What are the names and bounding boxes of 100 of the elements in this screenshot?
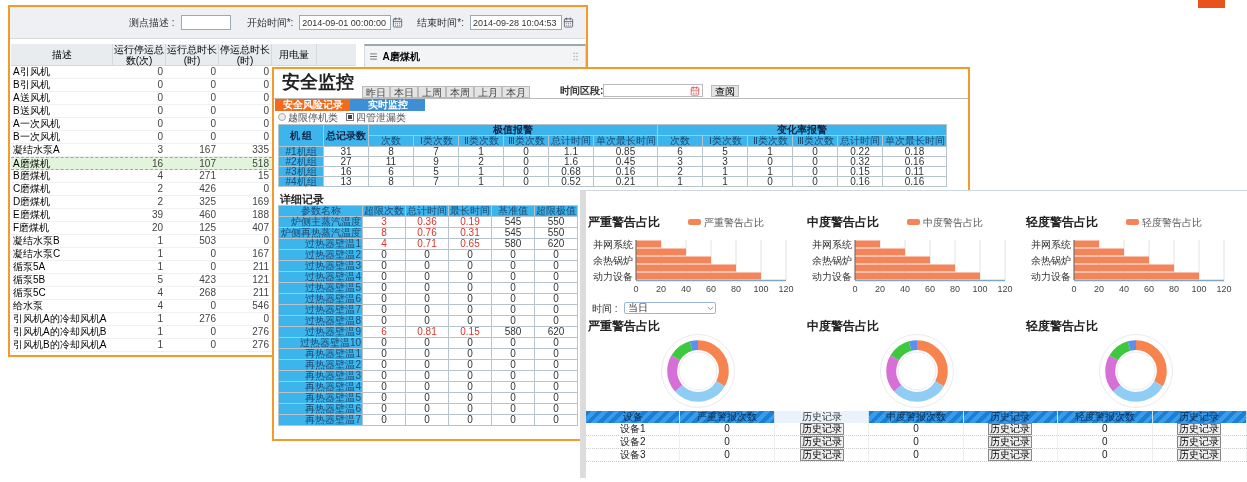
menu-icon[interactable] — [369, 51, 379, 61]
period-button[interactable]: 上月 — [474, 86, 502, 98]
period-button[interactable]: 上周 — [418, 86, 446, 98]
table-cell-text: 0 — [262, 118, 270, 130]
column-header: 历史记录 — [774, 411, 870, 423]
history-button[interactable]: 历史记录 — [988, 436, 1033, 448]
table-row[interactable]: 循泵5A 1 0 211 — [11, 261, 272, 274]
history-button[interactable]: 历史记录 — [799, 436, 844, 448]
table-cell: 0 — [492, 305, 535, 316]
chart-title: 中度警告占比 — [807, 214, 879, 231]
table-row[interactable]: B磨煤机 4 271 15 — [11, 170, 272, 183]
table-cell-text: 0 — [209, 248, 217, 260]
grip-icon[interactable] — [570, 50, 581, 62]
table-row[interactable]: D磨煤机 2 325 169 — [11, 196, 272, 209]
field-label: 开始时间*: — [246, 16, 294, 30]
table-cell: 0 — [492, 404, 535, 415]
table-cell-text: 2 — [156, 196, 164, 208]
calendar-icon[interactable] — [690, 85, 701, 96]
radio-icon[interactable] — [346, 113, 354, 121]
time-select[interactable]: 当日 — [623, 302, 716, 314]
period-button[interactable]: 本周 — [446, 86, 474, 98]
history-button[interactable]: 历史记录 — [1177, 436, 1222, 448]
row-header: 过热器壁温2 — [279, 250, 363, 261]
table-row[interactable]: 引风机B的冷却风机A 1 0 276 — [11, 339, 272, 352]
table-row[interactable]: B送风机 0 0 0 — [11, 105, 272, 118]
table-cell-text: 271 — [198, 170, 217, 182]
history-button[interactable]: 历史记录 — [799, 423, 844, 435]
tick-label: 20 — [1094, 284, 1104, 294]
column-header: 用电量 — [272, 44, 317, 66]
table-row[interactable]: 循泵5C 4 268 211 — [11, 287, 272, 300]
table-row[interactable]: C磨煤机 2 426 0 — [11, 183, 272, 196]
history-button[interactable]: 历史记录 — [1177, 423, 1222, 435]
section-title: 详细记录 — [280, 193, 324, 205]
query-button[interactable]: 查阅 — [711, 85, 740, 97]
table-cell: 0 — [492, 382, 535, 393]
history-button[interactable]: 历史记录 — [988, 423, 1033, 435]
history-button[interactable]: 历史记录 — [799, 449, 844, 461]
table-cell-text: B引风机 — [12, 79, 51, 91]
table-row[interactable]: 给水泵 4 0 546 — [11, 300, 272, 313]
tick-label: 80 — [731, 284, 741, 294]
table-row[interactable]: A磨煤机 16 107 518 — [11, 157, 272, 170]
table-cell-text: 0 — [156, 118, 164, 130]
table-row[interactable]: 凝结水泵C 1 0 167 — [11, 248, 272, 261]
table-cell: 0 — [492, 316, 535, 327]
table-cell: 0 — [535, 250, 578, 261]
table-cell: 0 — [535, 360, 578, 371]
radio-icon[interactable] — [278, 113, 286, 121]
table-cell: 0 — [535, 393, 578, 404]
column-header: 严重警报次数 — [680, 411, 775, 423]
table-cell: 13 — [324, 177, 369, 187]
chart-title: 轻度警告占比 — [1026, 214, 1098, 231]
table-cell: 0 — [406, 305, 449, 316]
table-cell: 0.81 — [406, 327, 449, 338]
row-header: 过热器壁温4 — [279, 272, 363, 283]
axis-label: 动力设备 — [593, 270, 633, 282]
table-cell: 0 — [363, 349, 406, 360]
table-row[interactable]: 凝结水泵B 1 503 0 — [11, 235, 272, 248]
table-row[interactable]: 引风机A的冷却风机B 1 0 276 — [11, 326, 272, 339]
date-field[interactable]: 2014-09-01 00:00:00 — [299, 15, 392, 30]
table-row[interactable]: 循泵5B 5 423 121 — [11, 274, 272, 287]
column-header: 中度警报次数 — [869, 411, 964, 423]
period-button[interactable]: 本月 — [502, 86, 530, 98]
table-cell: 0 — [535, 404, 578, 415]
table-cell-text: 0 — [156, 92, 164, 104]
date-range-field[interactable] — [603, 84, 704, 97]
calendar-icon[interactable] — [563, 17, 574, 28]
table-cell: 0 — [406, 250, 449, 261]
table-cell-text: 循泵5B — [12, 274, 47, 286]
table-row[interactable]: E磨煤机 39 460 188 — [11, 209, 272, 222]
table-cell: 550 — [535, 217, 578, 228]
table-cell: 0 — [363, 382, 406, 393]
period-button[interactable]: 昨日 — [362, 86, 390, 98]
table-cell: 3 — [363, 217, 406, 228]
history-button[interactable]: 历史记录 — [1177, 449, 1222, 461]
table-row[interactable]: 凝结水泵A 3 167 335 — [11, 144, 272, 157]
table-cell: 0 — [535, 283, 578, 294]
table-row[interactable]: B一次风机 0 0 0 — [11, 131, 272, 144]
table-cell: 3 — [658, 157, 703, 167]
table-cell: 0 — [449, 382, 492, 393]
table-row[interactable]: F磨煤机 20 125 407 — [11, 222, 272, 235]
history-button[interactable]: 历史记录 — [988, 449, 1033, 461]
date-field[interactable]: 2014-09-28 10:04:53 — [470, 15, 562, 30]
row-header: 再热器壁温1 — [279, 349, 363, 360]
table-cell: 0 — [535, 338, 578, 349]
table-row[interactable]: A一次风机 0 0 0 — [11, 118, 272, 131]
table-cell-text: 0 — [262, 92, 270, 104]
chart-title: 严重警告占比 — [588, 214, 660, 231]
calendar-icon[interactable] — [392, 17, 404, 28]
table-row[interactable]: A引风机 0 0 0 — [11, 66, 272, 79]
table-row[interactable]: 引风机A的冷却风机A 1 276 0 — [11, 313, 272, 326]
table-cell-text: A引风机 — [12, 66, 51, 78]
table-cell-text: B送风机 — [12, 105, 51, 117]
table-cell: 0 — [406, 360, 449, 371]
period-button[interactable]: 本日 — [390, 86, 418, 98]
page-title: 安全监控 — [282, 71, 354, 94]
input-field[interactable] — [180, 15, 231, 30]
table-cell: 6 — [369, 167, 414, 177]
table-row[interactable]: B引风机 0 0 0 — [11, 79, 272, 92]
table-cell: 0.16 — [838, 177, 883, 187]
table-row[interactable]: A送风机 0 0 0 — [11, 92, 272, 105]
